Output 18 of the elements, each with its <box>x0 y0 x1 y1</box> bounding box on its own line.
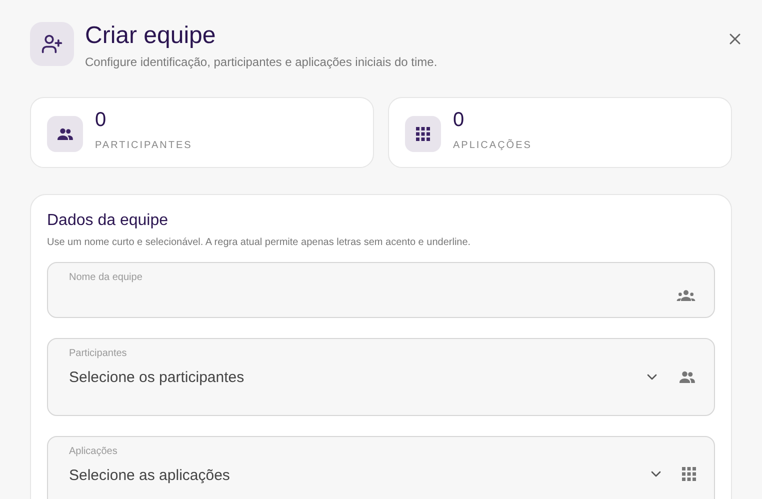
field-label: Aplicações <box>69 445 118 459</box>
select-field[interactable]: Participantes Selecione os participantes <box>47 338 715 416</box>
grid-icon <box>682 467 696 481</box>
stat-label: PARTICIPANTES <box>95 139 192 153</box>
stat-value: 0 <box>95 108 108 132</box>
stat-value: 0 <box>453 108 466 132</box>
select-placeholder: Selecione os participantes <box>69 368 246 388</box>
dialog-title: Criar equipe <box>85 22 217 50</box>
stat-label: APLICAÇÕES <box>453 138 532 153</box>
section-hint: Use um nome curto e selecionável. A regra atual permite apenas letras sem acento e underline. <box>47 236 472 250</box>
select-placeholder: Selecione as aplicações <box>69 466 231 486</box>
add-user-icon <box>41 33 63 55</box>
field-label: Nome da equipe <box>69 271 144 285</box>
dialog-subtitle: Configure identificação, participantes e aplicações iniciais do time. <box>85 54 438 71</box>
section-title: Dados da equipe <box>47 211 169 231</box>
grid-icon <box>416 127 430 141</box>
select-field[interactable]: Aplicações Selecione as aplicações <box>47 436 715 499</box>
field-label: Participantes <box>69 347 128 361</box>
